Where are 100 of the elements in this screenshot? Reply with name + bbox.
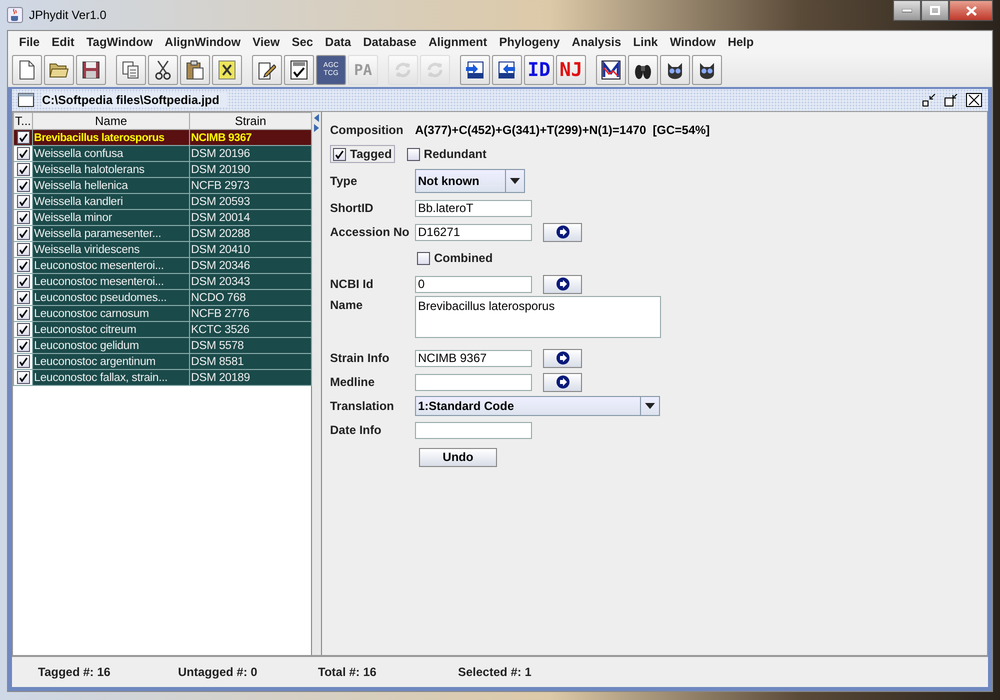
close-icon [966,6,976,16]
status-text: Selected #: 1 [458,665,532,679]
toolbar-button[interactable] [628,55,658,85]
checkbox[interactable] [16,291,30,304]
text-field[interactable]: Bb.lateroT [415,200,532,216]
toolbar-button[interactable] [148,55,178,85]
text-field[interactable] [415,374,532,390]
checkbox[interactable] [406,148,420,160]
go-button[interactable] [543,372,582,392]
menu-item[interactable]: Data [320,35,358,49]
type-dropdown[interactable]: Not known [415,169,525,193]
checkbox[interactable] [16,147,30,160]
text-field[interactable]: NCIMB 9367 [415,350,532,366]
checkbox[interactable] [16,371,30,384]
go-button[interactable] [543,274,582,294]
toolbar-button[interactable]: NJ [556,55,586,85]
field-label: Composition [330,123,404,137]
text-field[interactable]: D16271 [415,224,532,240]
menu-item[interactable]: Analysis [566,35,628,49]
checkbox[interactable] [16,211,30,224]
field-label: Date Info [330,423,382,437]
toolbar-button[interactable] [692,55,722,85]
checkbox[interactable] [16,355,30,368]
cat-face-icon [665,60,685,80]
menu-item[interactable]: Edit [46,35,82,49]
checkbox[interactable] [16,227,30,240]
menu-item[interactable]: File [14,35,47,49]
name-text-area[interactable]: Brevibacillus laterosporus [415,296,661,338]
restore-icon[interactable] [944,94,958,106]
close-button[interactable] [949,0,993,21]
column-header[interactable]: Strain [190,112,312,130]
minimize-button[interactable] [893,0,921,21]
caret-icon [645,403,655,409]
spreadsheet-icon [218,60,236,80]
toolbar-button[interactable] [252,55,282,85]
copy-icon [122,61,140,79]
table-cell: Leuconostoc carnosum [32,306,190,322]
checkbox[interactable] [16,275,30,288]
menu-item[interactable]: View [248,35,287,49]
left-arrow-icon[interactable] [314,114,319,122]
checkbox[interactable] [16,339,30,352]
menu-item[interactable]: AlignWindow [160,35,248,49]
arrow-circle-icon [556,277,570,291]
menu-item[interactable]: TagWindow [81,35,160,49]
checkbox[interactable] [16,259,30,272]
menu-item[interactable]: Sec [286,35,320,49]
toolbar-button[interactable]: ID [524,55,554,85]
translation-dropdown[interactable]: 1:Standard Code [415,396,660,416]
menu-item[interactable]: Alignment [423,35,494,49]
undo-button[interactable]: Undo [419,448,497,466]
toolbar-button[interactable] [44,55,74,85]
clipboard-icon [186,60,204,80]
close-icon[interactable] [966,93,982,107]
toolbar-button[interactable] [116,55,146,85]
checked-document-icon [290,60,308,80]
toolbar-button[interactable] [212,55,242,85]
toolbar-button[interactable] [180,55,210,85]
field-label: NCBI Id [330,277,374,291]
toolbar-button[interactable] [660,55,690,85]
checkbox[interactable] [417,252,430,264]
checkbox[interactable] [333,148,346,160]
toolbar-button[interactable] [492,55,522,85]
status-text: Total #: 16 [318,665,378,679]
column-header[interactable]: T... [14,112,32,130]
text-field[interactable] [415,422,532,438]
checkbox-label: Tagged [350,147,392,161]
toolbar-button[interactable] [596,55,626,85]
toolbar-button[interactable] [460,55,490,85]
folder-icon [49,62,69,78]
column-header[interactable]: Name [32,112,190,130]
checkbox[interactable] [16,243,30,256]
checkbox[interactable] [16,323,30,336]
iconify-icon[interactable] [922,94,936,106]
toolbar-button[interactable] [12,55,42,85]
go-button[interactable] [543,348,582,368]
checkbox[interactable] [16,307,30,320]
checkbox[interactable] [16,131,30,144]
table-cell: Leuconostoc citreum [32,322,190,338]
menu-item[interactable]: Phylogeny [494,35,567,49]
right-arrow-icon[interactable] [314,124,319,132]
composition-text: A(377)+C(452)+G(341)+T(299)+N(1)=1470 [GC=54%] [415,123,710,137]
table-cell: Weissella halotolerans [32,162,190,178]
table-cell: Leuconostoc fallax, strain... [32,370,190,386]
menu-item[interactable]: Help [722,35,761,49]
checkbox[interactable] [16,179,30,192]
table-cell: DSM 20014 [190,210,312,226]
toolbar-button[interactable] [76,55,106,85]
maximize-button[interactable] [921,0,949,21]
menu-item[interactable]: Window [664,35,723,49]
checkbox[interactable] [16,195,30,208]
arrow-circle-icon [556,351,570,365]
go-button[interactable] [543,222,582,242]
table-cell: DSM 8581 [190,354,312,370]
status-text: Untagged #: 0 [178,665,258,679]
menu-item[interactable]: Database [358,35,424,49]
checkbox[interactable] [16,163,30,176]
toolbar-button[interactable] [284,55,314,85]
text-field[interactable]: 0 [415,276,532,292]
table-cell: NCFB 2776 [190,306,312,322]
menu-item[interactable]: Link [628,35,665,49]
